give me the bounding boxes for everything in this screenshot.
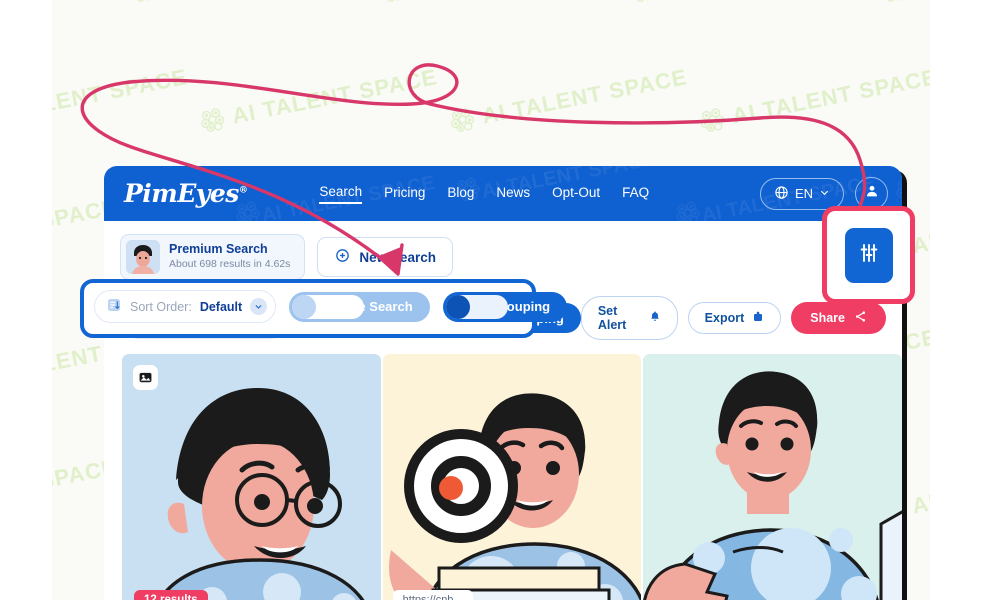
language-value: EN	[794, 186, 813, 201]
safe-search-toggle-highlighted[interactable]: Safe Search	[289, 291, 430, 322]
face-thumbnail	[126, 240, 160, 274]
illustration-man-with-megaphone	[382, 354, 642, 600]
new-search-button[interactable]: New Search	[317, 237, 453, 277]
nav-link-optout[interactable]: Opt-Out	[552, 185, 600, 203]
page-left-margin	[0, 0, 52, 600]
new-search-label: New Search	[359, 249, 436, 265]
premium-search-title: Premium Search	[169, 242, 268, 257]
image-icon[interactable]	[133, 365, 158, 390]
nav-link-pricing[interactable]: Pricing	[384, 185, 425, 203]
export-button[interactable]: Export	[687, 302, 782, 334]
illustration-man-with-glasses	[122, 354, 381, 600]
share-icon	[854, 310, 867, 326]
chevron-down-icon	[819, 186, 830, 201]
premium-card-text: Premium Search About 698 results in 4.62…	[169, 242, 290, 271]
watermark-tile: AI TALENT SPACE	[698, 64, 940, 136]
set-alert-label: Set Alert	[597, 304, 627, 332]
premium-search-card[interactable]: Premium Search About 698 results in 4.62…	[120, 234, 306, 280]
export-icon	[752, 310, 764, 326]
watermark-tile: AI TALENT SPACE	[128, 0, 370, 6]
premium-search-subtitle: About 698 results in 4.62s	[169, 257, 291, 270]
browser-window: AI TALENT SPACE AI TALENT SPACE AI TALEN…	[104, 166, 902, 600]
advanced-settings-button[interactable]	[844, 227, 893, 283]
sort-order-icon	[106, 297, 122, 316]
watermark-tile: AI TALENT SPACE	[628, 0, 870, 6]
result-card-2[interactable]: https://cnb...	[382, 354, 642, 600]
sort-order-label: Sort Order:	[130, 299, 192, 314]
share-button[interactable]: Share	[791, 302, 886, 334]
nav-link-search[interactable]: Search	[319, 184, 363, 204]
navbar-watermark: AI TALENT SPACE	[893, 166, 902, 209]
sort-order-value: Default	[199, 299, 243, 314]
toggle-knob	[445, 294, 470, 319]
watermark-tile: AI TALENT SPACE	[198, 64, 440, 136]
result-count-badge: 12 results	[134, 590, 208, 600]
share-label: Share	[810, 311, 845, 325]
result-card-3[interactable]	[643, 354, 902, 600]
user-avatar-icon	[864, 183, 880, 204]
result-url-badge: https://cnb...	[392, 590, 473, 600]
bell-icon	[649, 310, 661, 326]
nav-link-faq[interactable]: FAQ	[622, 185, 649, 203]
results-grid: 12 results https://cnb...	[104, 354, 902, 600]
watermark-tile: AI TALENT SPACE	[448, 64, 690, 136]
safe-search-label: Safe Search	[338, 299, 413, 314]
highlight-box-advanced-settings	[822, 206, 915, 304]
toggle-knob	[292, 294, 317, 319]
language-selector[interactable]: EN	[759, 177, 844, 210]
globe-icon	[774, 185, 789, 203]
sort-order-dropdown-highlighted[interactable]: Sort Order: Default	[94, 290, 277, 323]
export-label: Export	[704, 311, 745, 325]
sliders-icon	[857, 241, 881, 270]
grouping-toggle-highlighted[interactable]: Grouping	[442, 291, 568, 322]
page-right-margin	[930, 0, 1000, 600]
illustration-man-pointing	[643, 354, 902, 600]
logo-text: PimEyes	[124, 179, 239, 208]
pimeyes-logo[interactable]: PimEyes®	[124, 179, 248, 208]
grouping-label: Grouping	[491, 299, 551, 314]
site-navbar: AI TALENT SPACE AI TALENT SPACE AI TALEN…	[104, 166, 902, 221]
set-alert-button[interactable]: Set Alert	[580, 296, 678, 340]
screenshot-stage: AI TALENT SPACE AI TALENT SPACE AI TALEN…	[0, 0, 1000, 600]
primary-nav: Search Pricing Blog News Opt-Out FAQ	[319, 184, 649, 204]
nav-link-news[interactable]: News	[496, 185, 530, 203]
nav-link-blog[interactable]: Blog	[447, 185, 474, 203]
chevron-down-icon[interactable]	[250, 298, 268, 315]
watermark-tile: AI TALENT SPACE	[378, 0, 620, 6]
logo-registered-mark: ®	[238, 185, 248, 196]
highlighted-filter-controls: Sort Order: Default Safe Search Grouping	[94, 290, 568, 323]
result-card-1[interactable]: 12 results	[122, 354, 381, 600]
target-plus-icon	[334, 247, 351, 267]
